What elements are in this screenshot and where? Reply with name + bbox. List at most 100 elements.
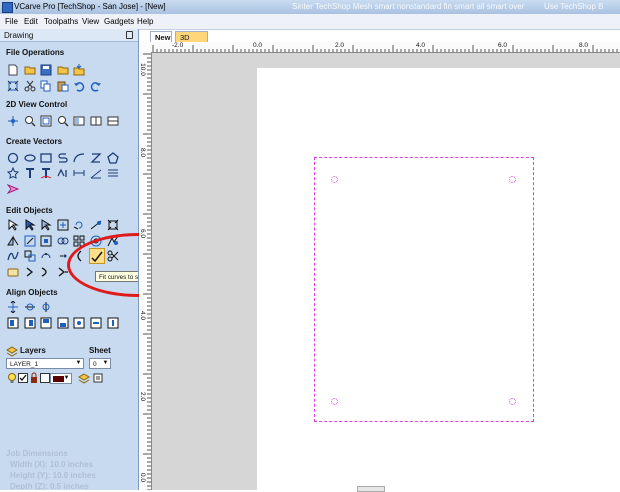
ruler-label: 10.0 bbox=[138, 63, 146, 76]
ruler-vertical: 10.0 8.0 6.0 4.0 2.0 0.0 bbox=[139, 52, 152, 490]
weld-icon[interactable] bbox=[57, 235, 69, 247]
view-layout-icon[interactable] bbox=[73, 115, 85, 127]
sheet-select[interactable]: 0 ▼ bbox=[89, 358, 111, 369]
section-2d-view-control: 2D View Control bbox=[6, 100, 68, 109]
rectangle-icon[interactable] bbox=[40, 152, 52, 164]
rotate-icon[interactable] bbox=[73, 219, 85, 231]
cut-icon[interactable] bbox=[24, 80, 36, 92]
pan-icon[interactable] bbox=[7, 115, 19, 127]
view-tiled-icon[interactable] bbox=[107, 115, 119, 127]
arc-icon[interactable] bbox=[73, 152, 85, 164]
ungroup-icon[interactable] bbox=[40, 250, 52, 262]
menu-help[interactable]: Help bbox=[137, 17, 153, 26]
zoom-icon[interactable] bbox=[24, 115, 36, 127]
align-horizontal-icon[interactable] bbox=[24, 301, 36, 313]
pin-icon[interactable] bbox=[126, 31, 133, 39]
sheet-label: Sheet bbox=[89, 346, 111, 355]
mirror-icon[interactable] bbox=[7, 235, 19, 247]
ruler-horizontal: -2.0 0.0 2.0 4.0 6.0 8.0 bbox=[151, 42, 620, 53]
align-bottom-icon[interactable] bbox=[57, 317, 69, 329]
job-setup-icon[interactable] bbox=[7, 80, 19, 92]
layer-properties-icon[interactable] bbox=[78, 372, 90, 384]
ruler-label: 4.0 bbox=[416, 42, 426, 49]
box-outline-icon[interactable] bbox=[7, 266, 19, 278]
layers-label: Layers bbox=[20, 346, 46, 355]
align-center-icon[interactable] bbox=[7, 301, 19, 313]
align-icon[interactable] bbox=[24, 235, 36, 247]
extend-vector-icon[interactable] bbox=[40, 266, 52, 278]
new-file-icon[interactable] bbox=[7, 64, 19, 76]
folder-icon[interactable] bbox=[57, 64, 69, 76]
align-vertical-icon[interactable] bbox=[40, 301, 52, 313]
undo-icon[interactable] bbox=[73, 80, 85, 92]
align-right-icon[interactable] bbox=[24, 317, 36, 329]
background-window-text: Use TechShop B bbox=[544, 2, 604, 11]
menu-file[interactable]: File bbox=[5, 17, 18, 26]
ruler-corner bbox=[139, 42, 151, 52]
group-icon[interactable] bbox=[24, 250, 36, 262]
menu-toolpaths[interactable]: Toolpaths bbox=[44, 17, 78, 26]
layer-color-select[interactable]: ▼ bbox=[50, 373, 72, 384]
section-align-objects: Align Objects bbox=[6, 288, 58, 297]
redo-icon[interactable] bbox=[90, 80, 102, 92]
ruler-vertical-ticks bbox=[143, 53, 151, 490]
tab-new[interactable]: New bbox=[150, 31, 172, 42]
distort-icon[interactable] bbox=[90, 219, 102, 231]
horizontal-scrollbar-thumb[interactable] bbox=[357, 486, 385, 492]
job-depth: Depth (Z): 0.5 inches bbox=[10, 482, 89, 490]
circle-icon[interactable] bbox=[7, 152, 19, 164]
ruler-label: 0.0 bbox=[253, 42, 263, 49]
zoom-extents-icon[interactable] bbox=[40, 115, 52, 127]
center-in-material-icon[interactable] bbox=[73, 317, 85, 329]
text-on-curve-icon[interactable] bbox=[40, 167, 52, 179]
corner-hole-vector[interactable] bbox=[509, 398, 516, 405]
view-split-icon[interactable] bbox=[90, 115, 102, 127]
import-icon[interactable] bbox=[73, 64, 85, 76]
distribute-horizontal-icon[interactable] bbox=[90, 317, 102, 329]
star-icon[interactable] bbox=[7, 167, 19, 179]
sheet-manager-icon[interactable] bbox=[92, 372, 104, 384]
menu-gadgets[interactable]: Gadgets bbox=[104, 17, 134, 26]
section-edit-objects: Edit Objects bbox=[6, 206, 53, 215]
move-icon[interactable] bbox=[57, 219, 69, 231]
align-left-icon[interactable] bbox=[7, 317, 19, 329]
align-top-icon[interactable] bbox=[40, 317, 52, 329]
job-width: Width (X): 10.0 inches bbox=[10, 460, 94, 469]
text-icon[interactable] bbox=[24, 167, 36, 179]
save-icon[interactable] bbox=[40, 64, 52, 76]
chevron-down-icon: ▼ bbox=[102, 360, 109, 366]
open-folder-icon[interactable] bbox=[24, 64, 36, 76]
section-create-vectors: Create Vectors bbox=[6, 137, 63, 146]
select-arrow-icon[interactable] bbox=[7, 219, 19, 231]
selected-vector-boundary[interactable] bbox=[314, 157, 534, 422]
node-edit-icon[interactable] bbox=[24, 219, 36, 231]
scale-icon[interactable] bbox=[107, 219, 119, 231]
fillet-icon[interactable] bbox=[7, 183, 19, 195]
zoom-box-icon[interactable] bbox=[57, 115, 69, 127]
vector-texture-icon[interactable] bbox=[107, 167, 119, 179]
close-vectors-icon[interactable] bbox=[24, 266, 36, 278]
corner-hole-vector[interactable] bbox=[331, 176, 338, 183]
corner-hole-vector[interactable] bbox=[331, 398, 338, 405]
ellipse-icon[interactable] bbox=[24, 152, 36, 164]
layer-select-value: LAYER_1 bbox=[10, 361, 39, 368]
dimension-icon[interactable] bbox=[73, 167, 85, 179]
curve-icon[interactable] bbox=[90, 152, 102, 164]
menu-view[interactable]: View bbox=[82, 17, 99, 26]
ruler-label: 8.0 bbox=[579, 42, 589, 49]
polyline-icon[interactable] bbox=[57, 152, 69, 164]
menu-edit[interactable]: Edit bbox=[24, 17, 38, 26]
polygon-icon[interactable] bbox=[107, 152, 119, 164]
text-arc-icon[interactable] bbox=[57, 167, 69, 179]
layer-select[interactable]: LAYER_1 ▼ bbox=[6, 358, 84, 369]
section-file-operations: File Operations bbox=[6, 48, 65, 57]
size-icon[interactable] bbox=[40, 235, 52, 247]
paste-icon[interactable] bbox=[57, 80, 69, 92]
tab-3d-view[interactable]: 3D View bbox=[175, 31, 208, 53]
corner-hole-vector[interactable] bbox=[509, 176, 516, 183]
dimension-angle-icon[interactable] bbox=[90, 167, 102, 179]
copy-icon[interactable] bbox=[40, 80, 52, 92]
transform-select-icon[interactable] bbox=[40, 219, 52, 231]
join-vectors-icon[interactable] bbox=[7, 250, 19, 262]
distribute-vertical-icon[interactable] bbox=[107, 317, 119, 329]
